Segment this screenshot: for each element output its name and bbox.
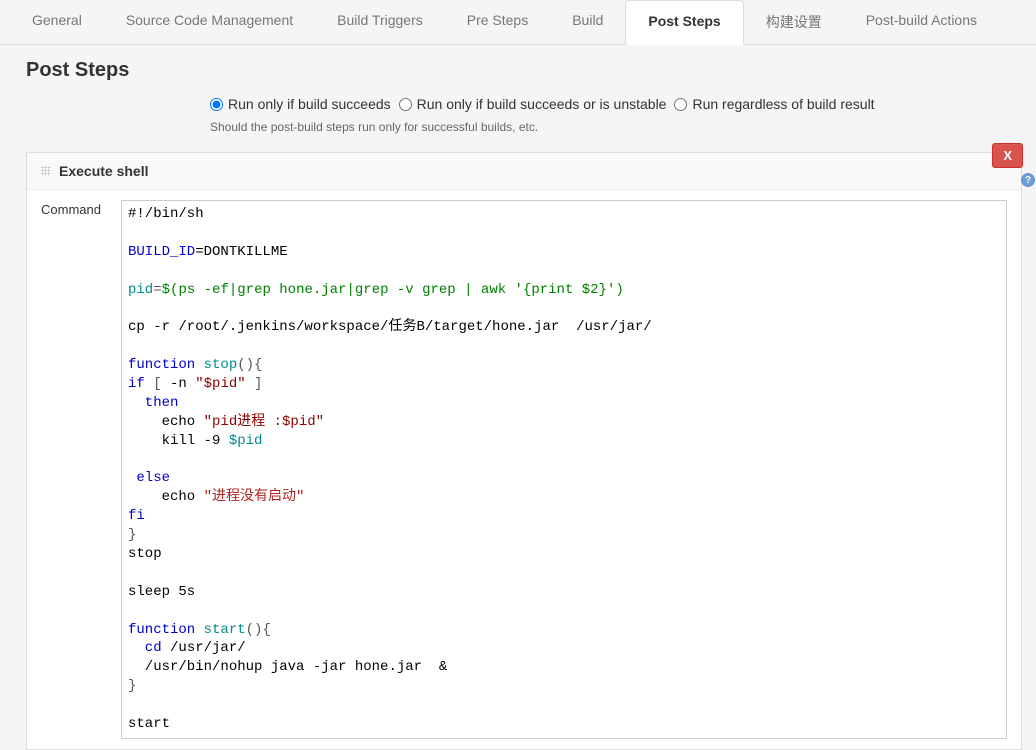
delete-step-button[interactable]: X <box>992 143 1023 168</box>
radio-run-if-unstable-input[interactable] <box>399 98 412 111</box>
step-title: Execute shell <box>59 163 149 179</box>
config-tabs: General Source Code Management Build Tri… <box>0 0 1036 45</box>
radio-run-if-unstable[interactable]: Run only if build succeeds or is unstabl… <box>399 96 667 112</box>
radio-run-regardless-label: Run regardless of build result <box>692 96 874 112</box>
radio-run-if-succeeds-input[interactable] <box>210 98 223 111</box>
step-header: Execute shell <box>27 153 1021 190</box>
tab-post-steps[interactable]: Post Steps <box>625 0 743 45</box>
run-condition-hint: Should the post-build steps run only for… <box>0 116 1036 146</box>
tab-general[interactable]: General <box>10 0 104 44</box>
radio-run-if-unstable-label: Run only if build succeeds or is unstabl… <box>417 96 667 112</box>
tab-pre-steps[interactable]: Pre Steps <box>445 0 550 44</box>
tab-source-code[interactable]: Source Code Management <box>104 0 315 44</box>
command-label: Command <box>41 200 107 739</box>
tab-build-settings-cn[interactable]: 构建设置 <box>744 0 844 44</box>
radio-run-regardless[interactable]: Run regardless of build result <box>674 96 874 112</box>
radio-run-regardless-input[interactable] <box>674 98 687 111</box>
help-icon[interactable]: ? <box>1021 173 1035 187</box>
drag-handle-icon[interactable] <box>41 166 51 176</box>
tab-build-triggers[interactable]: Build Triggers <box>315 0 445 44</box>
execute-shell-step: X ? Execute shell Command #!/bin/sh BUIL… <box>26 152 1022 750</box>
post-step-run-condition: Run only if build succeeds Run only if b… <box>0 92 1036 116</box>
radio-run-if-succeeds[interactable]: Run only if build succeeds <box>210 96 391 112</box>
tab-build[interactable]: Build <box>550 0 625 44</box>
tab-post-build-actions[interactable]: Post-build Actions <box>844 0 999 44</box>
page-title: Post Steps <box>0 45 1036 92</box>
command-textarea[interactable]: #!/bin/sh BUILD_ID=DONTKILLME pid=$(ps -… <box>121 200 1007 739</box>
radio-run-if-succeeds-label: Run only if build succeeds <box>228 96 391 112</box>
